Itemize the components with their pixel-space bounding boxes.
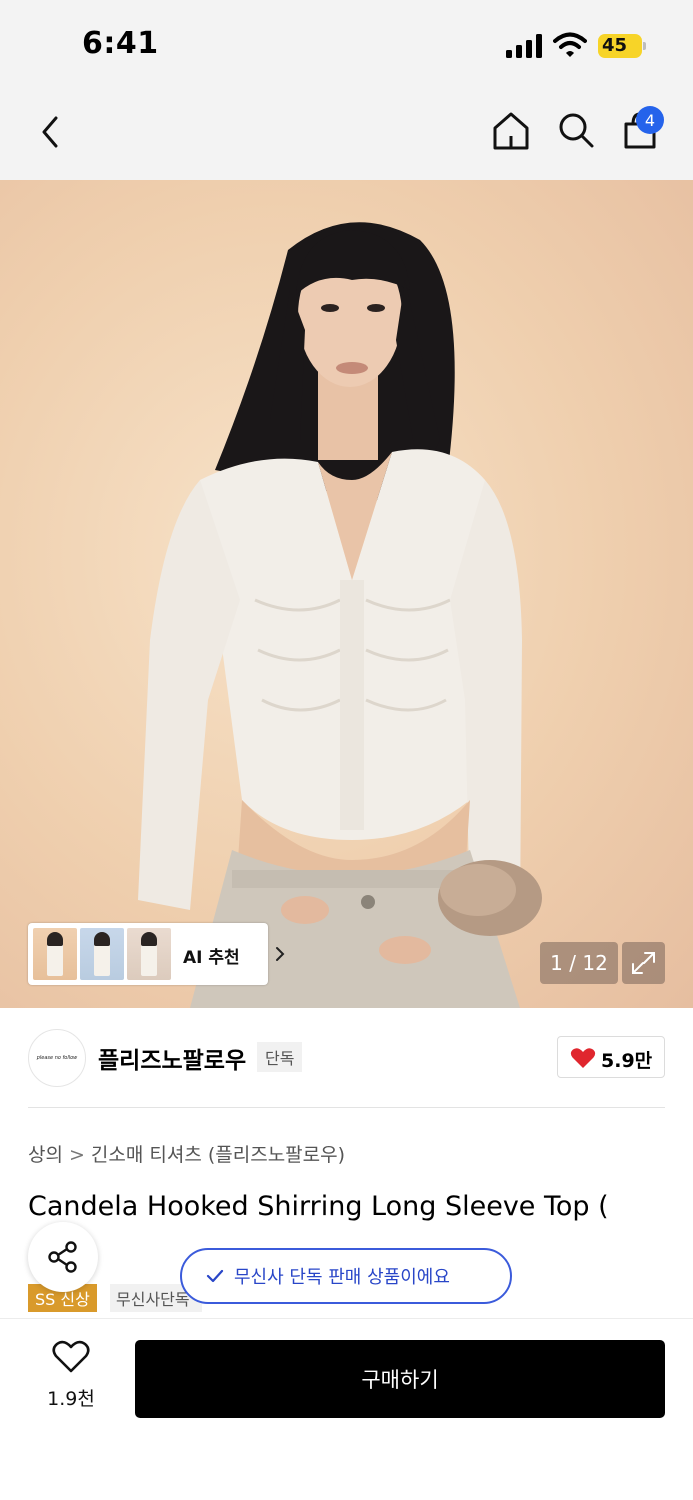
breadcrumb-subcategory[interactable]: 긴소매 티셔츠 (플리즈노팔로우) [91,1144,345,1166]
brand-like-count: 5.9만 [601,1050,653,1072]
image-counter: 1 / 12 [540,942,618,984]
cart-count-badge: 4 [636,106,664,134]
top-nav-bar [0,92,693,180]
toast-text: 무신사 단독 판매 상품이에요 [234,1267,450,1288]
exclusive-tag: 단독 [257,1042,303,1072]
battery-icon: 45 [598,34,646,58]
buy-button[interactable]: 구매하기 [135,1340,665,1418]
share-icon [48,1241,77,1273]
ai-thumbnail[interactable] [80,928,124,980]
status-time: 6:41 [82,26,159,61]
ai-thumbnail[interactable] [127,928,171,980]
product-photo [138,222,542,1008]
heart-outline-icon [52,1340,90,1373]
share-button[interactable] [28,1222,98,1292]
status-bar: 6:41 45 [0,0,693,92]
brand-like-button[interactable]: 5.9만 [557,1036,665,1078]
brand-logo[interactable]: please no follow [28,1029,86,1087]
brand-name[interactable]: 플리즈노팔로우 [98,1041,246,1075]
product-image-carousel[interactable] [0,180,693,1008]
wifi-icon [553,32,587,57]
fullscreen-expand-button[interactable] [622,942,665,984]
wishlist-button[interactable]: 1.9천 [30,1340,112,1420]
ai-thumbnail[interactable] [33,928,77,980]
expand-icon [632,952,655,974]
cellular-signal-icon [506,34,542,58]
ai-recommend-label: AI 추천 [183,948,240,968]
divider [28,1107,665,1108]
back-arrow-icon[interactable] [36,112,64,152]
heart-filled-icon [570,1048,596,1068]
ai-recommend-button[interactable]: AI 추천 [28,923,285,985]
chevron-right-icon: > [68,1144,85,1166]
check-icon [206,1269,224,1283]
battery-level: 45 [602,35,628,56]
product-title-line: Candela Hooked Shirring Long Sleeve Top … [28,1191,609,1222]
breadcrumb-category[interactable]: 상의 [28,1144,63,1166]
wishlist-count: 1.9천 [47,1388,95,1410]
breadcrumb: 상의 > 긴소매 티셔츠 (플리즈노팔로우) [28,1140,345,1167]
exclusive-toast: 무신사 단독 판매 상품이에요 [180,1248,512,1304]
search-icon[interactable] [556,110,596,150]
home-icon[interactable] [490,110,532,152]
chevron-right-icon [276,947,285,961]
